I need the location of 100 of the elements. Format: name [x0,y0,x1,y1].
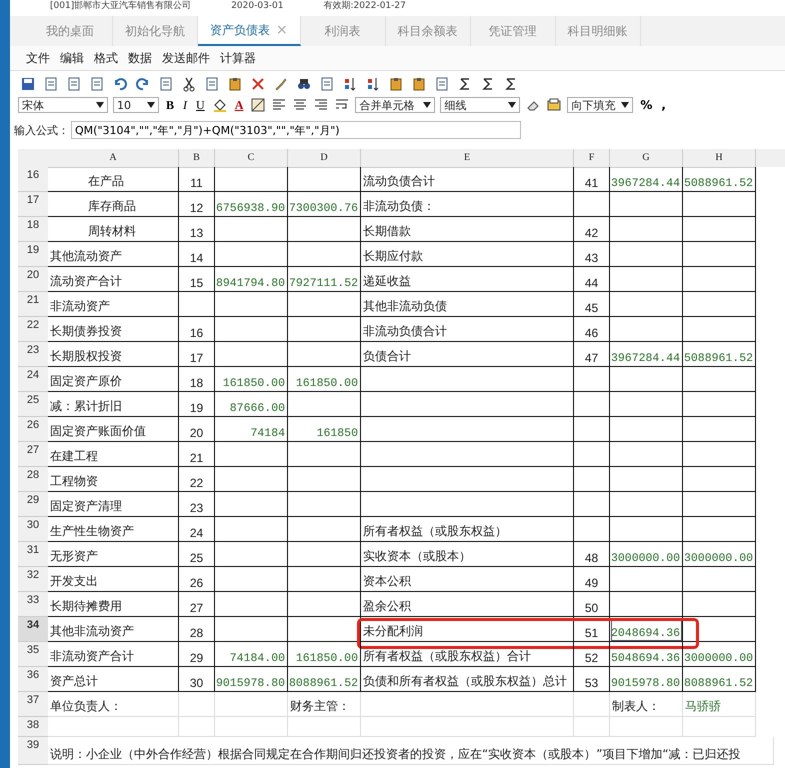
table-cell[interactable]: 5088961.52 [683,167,756,192]
table-cell[interactable] [288,167,361,192]
table-cell[interactable] [610,567,683,592]
border-style-select[interactable]: 细线 [440,97,520,113]
table-cell[interactable]: 流动负债合计 [361,167,574,192]
table-cell[interactable] [683,392,756,417]
table-cell[interactable] [288,217,361,242]
comma-button[interactable]: , [659,98,668,112]
table-cell[interactable]: 生产性生物资产 [48,517,179,542]
menu-item[interactable]: 编辑 [60,50,84,66]
table-cell[interactable]: 未分配利润 [361,617,574,642]
table-cell[interactable]: 财务主管： [288,692,361,717]
table-cell[interactable]: 2048694.36 [610,617,683,642]
table-cell[interactable] [288,542,361,567]
font-size-select[interactable]: 10 [113,97,159,113]
table-cell[interactable] [610,217,683,242]
table-cell[interactable]: 在建工程 [48,442,179,467]
column-header[interactable]: E [361,149,574,168]
column-header[interactable]: H [683,149,756,168]
format-button[interactable]: U [194,98,207,112]
table-cell[interactable] [288,342,361,367]
table-cell[interactable] [361,492,574,517]
table-cell[interactable]: 其他非流动负债 [361,292,574,317]
table-cell[interactable] [683,492,756,517]
table-cell[interactable]: 49 [574,567,610,592]
table-cell[interactable] [610,392,683,417]
table-cell[interactable]: 固定资产原价 [48,367,179,392]
table-cell[interactable]: 161850.00 [215,367,288,392]
row-number[interactable]: 18 [18,217,48,242]
table-cell[interactable] [361,467,574,492]
table-cell[interactable] [683,417,756,442]
row-number[interactable]: 27 [18,442,48,467]
table-cell[interactable] [288,592,361,617]
table-cell[interactable] [288,292,361,317]
table-cell[interactable]: 固定资产账面价值 [48,417,179,442]
table-cell[interactable]: 其他非流动资产 [48,617,179,642]
row-number[interactable]: 23 [18,342,48,367]
table-cell[interactable] [683,217,756,242]
table-cell[interactable]: 50 [574,592,610,617]
table-cell[interactable]: 87666.00 [215,392,288,417]
table-cell[interactable]: 长期应付款 [361,242,574,267]
font-color-button[interactable]: A [232,98,246,112]
delete-icon[interactable] [250,76,266,92]
table-cell[interactable] [215,467,288,492]
tab[interactable]: 资产负债表 × [198,16,301,46]
table-cell[interactable]: 资本公积 [361,567,574,592]
table-cell[interactable]: 28 [179,617,215,642]
table-cell[interactable] [683,317,756,342]
redo-icon[interactable] [135,76,151,92]
table-cell[interactable] [215,592,288,617]
column-header[interactable]: B [179,149,215,168]
table-cell[interactable] [361,417,574,442]
row-number[interactable]: 28 [18,467,48,492]
row-number[interactable]: 30 [18,517,48,542]
table-cell[interactable] [361,367,574,392]
table-cell[interactable]: 非流动负债合计 [361,317,574,342]
table-cell[interactable]: 制表人： [610,692,683,717]
table-cell[interactable] [215,617,288,642]
table-cell[interactable]: 41 [574,167,610,192]
menu-item[interactable]: 数据 [128,50,152,66]
table-cell[interactable] [683,267,756,292]
table-cell[interactable]: 74184 [215,417,288,442]
table-cell[interactable] [683,367,756,392]
table-cell[interactable]: 161850.00 [288,642,361,667]
row-number[interactable]: 29 [18,492,48,517]
table-cell[interactable]: 17 [179,342,215,367]
table-cell[interactable] [683,292,756,317]
document-icon[interactable] [434,76,450,92]
table-cell[interactable] [683,517,756,542]
table-cell[interactable] [574,492,610,517]
table-cell[interactable]: 46 [574,317,610,342]
fill-color-icon[interactable] [212,97,228,113]
table-cell[interactable]: 6756938.90 [215,192,288,217]
row-number[interactable]: 24 [18,367,48,392]
row-number[interactable]: 35 [18,642,48,667]
table-cell[interactable] [610,192,683,217]
table-cell[interactable]: 18 [179,367,215,392]
table-cell[interactable]: 9015978.80 [610,667,683,692]
table-cell[interactable]: 3967284.44 [610,167,683,192]
table-cell[interactable]: 15 [179,267,215,292]
table-cell[interactable] [288,492,361,517]
table-cell[interactable] [215,542,288,567]
table-cell[interactable]: 21 [179,442,215,467]
table-cell[interactable] [288,242,361,267]
table-cell[interactable]: 流动资产合计 [48,267,179,292]
table-cell[interactable] [610,242,683,267]
table-cell[interactable] [361,392,574,417]
table-cell[interactable] [215,567,288,592]
table-cell[interactable]: 8088961.52 [288,667,361,692]
table-cell[interactable] [574,467,610,492]
table-cell[interactable]: 长期待摊费用 [48,592,179,617]
fill-select[interactable]: 向下填充 [567,97,634,113]
paste-icon[interactable] [227,76,243,92]
row-number[interactable]: 34 [18,617,48,642]
table-cell[interactable]: 所有者权益（或股东权益） [361,517,574,542]
table-cell[interactable]: 22 [179,467,215,492]
row-number[interactable]: 39 [18,737,48,765]
menu-item[interactable]: 计算器 [220,50,256,66]
table-cell[interactable]: 单位负责人： [48,692,179,717]
table-cell[interactable]: 52 [574,642,610,667]
